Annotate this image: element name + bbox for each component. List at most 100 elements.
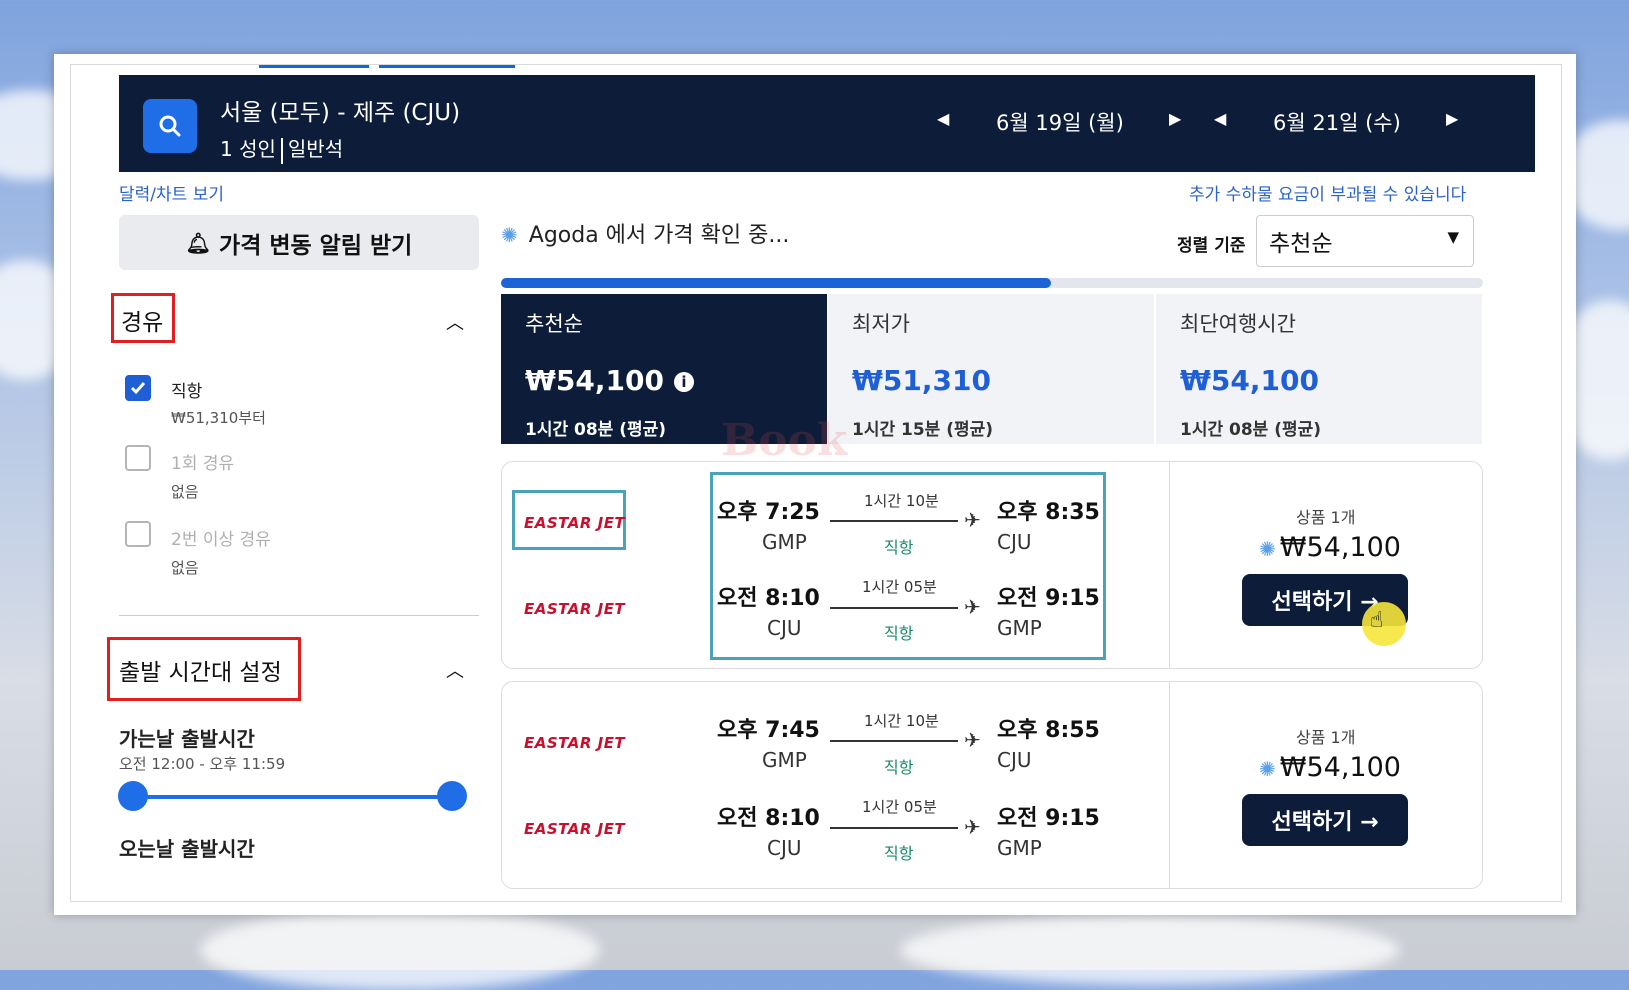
- bell-icon: 🔔︎: [185, 230, 212, 255]
- outbound-time-slider[interactable]: [135, 795, 453, 799]
- departure-time-title: 출발 시간대 설정: [119, 660, 282, 686]
- two-plus-stops-label: 2번 이상 경유: [171, 530, 271, 550]
- route-line: [830, 740, 958, 742]
- watermark: Book: [721, 415, 848, 466]
- airline-logo: EASTAR JET: [524, 600, 626, 618]
- arrival-airport: GMP: [997, 616, 1042, 640]
- return-time-label: 오는날 출발시간: [119, 837, 255, 861]
- return-next-arrow-icon[interactable]: ▶: [1446, 109, 1458, 128]
- depart-date[interactable]: 6월 19일 (월): [996, 107, 1124, 137]
- route-line: [830, 607, 958, 609]
- flight-duration: 1시간 10분: [864, 492, 939, 510]
- sort-tab-price: ₩51,310: [852, 364, 991, 397]
- arrival-airport: CJU: [997, 530, 1032, 554]
- cursor-highlight: [1362, 602, 1406, 646]
- departure-time: 오전 8:10: [717, 806, 820, 831]
- spinner-icon: ✺: [1259, 537, 1276, 561]
- stops-label: 직항: [884, 758, 914, 777]
- select-flight-button[interactable]: 선택하기 →: [1242, 794, 1408, 846]
- result-price: ✺ ₩54,100: [1259, 752, 1401, 783]
- two-plus-stops-sub: 없음: [171, 559, 199, 577]
- arrival-time: 오전 9:15: [997, 586, 1100, 611]
- departure-airport: CJU: [767, 616, 802, 640]
- search-button[interactable]: [143, 99, 197, 153]
- route-line: [830, 520, 958, 522]
- sort-tab-title: 최단여행시간: [1180, 312, 1296, 336]
- arrival-time: 오후 8:55: [997, 718, 1100, 743]
- flight-duration: 1시간 05분: [862, 578, 937, 596]
- plane-icon: ✈: [964, 595, 981, 619]
- route-line: [830, 827, 958, 829]
- info-icon[interactable]: i: [673, 372, 694, 392]
- return-prev-arrow-icon[interactable]: ◀: [1214, 109, 1226, 128]
- baggage-fee-link[interactable]: 추가 수하물 요금이 부과될 수 있습니다: [1189, 180, 1466, 205]
- stops-label: 직항: [884, 624, 914, 643]
- chevron-up-icon[interactable]: ︿: [446, 657, 464, 683]
- airline-logo: EASTAR JET: [524, 820, 626, 838]
- airline-logo: EASTAR JET: [524, 514, 626, 532]
- search-summary-bar[interactable]: 서울 (모두) - 제주 (CJU) 1 성인 일반석 ◀ 6월 19일 (월) …: [119, 75, 1535, 172]
- depart-prev-arrow-icon[interactable]: ◀: [937, 109, 949, 128]
- departure-time: 오후 7:45: [717, 718, 820, 743]
- search-icon: [159, 115, 181, 137]
- two-plus-stops-checkbox[interactable]: [125, 521, 151, 547]
- flight-result-card[interactable]: EASTAR JET EASTAR JET 오후 7:45 GMP 1시간 10…: [501, 681, 1483, 889]
- divider: [280, 137, 283, 164]
- one-stop-checkbox[interactable]: [125, 445, 151, 471]
- price-alert-label: 가격 변동 알림 받기: [219, 232, 413, 259]
- screenshot-frame: 서울 (모두) - 제주 (CJU) 1 성인 일반석 ◀ 6월 19일 (월) …: [54, 54, 1576, 915]
- price-alert-button[interactable]: 🔔︎ 가격 변동 알림 받기: [119, 215, 479, 270]
- sort-tab-title: 추천순: [525, 312, 583, 336]
- sort-tab-price: ₩54,100: [1180, 364, 1319, 397]
- sort-tab-price: ₩54,100 i: [525, 364, 803, 397]
- flight-result-card[interactable]: EASTAR JET EASTAR JET 오후 7:25 GMP 1시간 10…: [501, 461, 1483, 669]
- departure-airport: GMP: [762, 748, 807, 772]
- loading-status: ✺ Agoda 에서 가격 확인 중...: [501, 217, 789, 249]
- cloud: [200, 910, 600, 990]
- filter-divider: [119, 615, 479, 616]
- departure-airport: CJU: [767, 836, 802, 860]
- check-icon: [130, 382, 146, 395]
- sort-tab-title: 최저가: [852, 312, 910, 336]
- depart-next-arrow-icon[interactable]: ▶: [1169, 109, 1181, 128]
- result-price: ✺ ₩54,100: [1259, 532, 1401, 563]
- route-text: 서울 (모두) - 제주 (CJU): [220, 100, 461, 126]
- direct-price: ₩51,310부터: [171, 409, 266, 427]
- one-stop-label: 1회 경유: [171, 454, 235, 474]
- return-date[interactable]: 6월 21일 (수): [1273, 107, 1401, 137]
- plane-icon: ✈: [964, 815, 981, 839]
- arrival-time: 오전 9:15: [997, 806, 1100, 831]
- tab-indicator: [259, 65, 369, 68]
- arrival-time: 오후 8:35: [997, 500, 1100, 525]
- price-text: ₩54,100: [525, 364, 664, 397]
- offer-count: 상품 1개: [1296, 508, 1356, 527]
- hand-cursor-icon: ☝: [1370, 608, 1384, 633]
- passenger-count: 1 성인: [220, 137, 276, 161]
- stops-label: 직항: [884, 538, 914, 557]
- sort-label: 정렬 기준: [1177, 236, 1246, 256]
- departure-time: 오후 7:25: [717, 500, 820, 525]
- spinner-icon: ✺: [501, 223, 518, 247]
- sort-selected: 추천순: [1269, 231, 1333, 257]
- price-text: ₩54,100: [1279, 532, 1401, 563]
- calendar-chart-link[interactable]: 달력/차트 보기: [119, 180, 224, 205]
- stops-label: 직항: [884, 844, 914, 863]
- direct-checkbox[interactable]: [125, 375, 151, 401]
- cabin-class: 일반석: [287, 137, 344, 161]
- card-divider: [1169, 682, 1170, 888]
- plane-icon: ✈: [964, 728, 981, 752]
- sort-dropdown[interactable]: 추천순 ▼: [1256, 215, 1474, 267]
- sort-tab-fastest[interactable]: 최단여행시간 ₩54,100 1시간 08분 (평균): [1156, 294, 1482, 444]
- caret-down-icon: ▼: [1447, 228, 1459, 246]
- offer-count: 상품 1개: [1296, 728, 1356, 747]
- slider-start-handle[interactable]: [118, 781, 148, 811]
- chevron-up-icon[interactable]: ︿: [446, 309, 464, 335]
- passenger-cabin: 1 성인 일반석: [220, 133, 343, 164]
- slider-end-handle[interactable]: [437, 781, 467, 811]
- arrival-airport: CJU: [997, 748, 1032, 772]
- departure-time: 오전 8:10: [717, 586, 820, 611]
- loading-text: Agoda 에서 가격 확인 중...: [528, 223, 790, 248]
- flight-duration: 1시간 05분: [862, 798, 937, 816]
- sort-tab-cheapest[interactable]: 최저가 ₩51,310 1시간 15분 (평균): [828, 294, 1154, 444]
- one-stop-sub: 없음: [171, 483, 199, 501]
